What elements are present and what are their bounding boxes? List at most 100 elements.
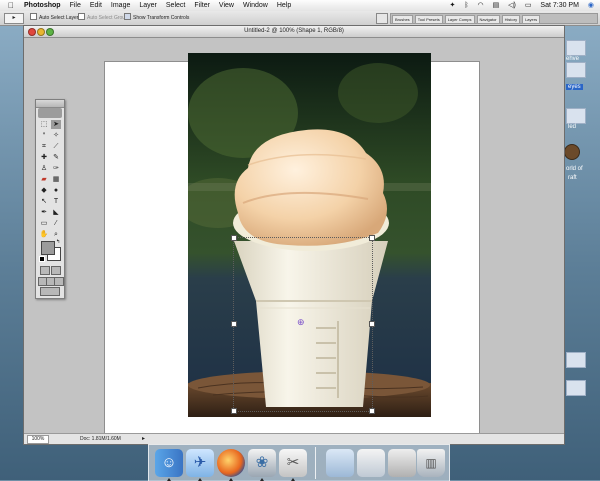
palette-tab-layers[interactable]: Layers — [522, 15, 541, 24]
zoom-tool-icon[interactable]: ⌕ — [51, 230, 61, 239]
menu-edit[interactable]: Edit — [90, 2, 102, 9]
flag-icon[interactable]: ▤ — [493, 2, 500, 9]
menu-photoshop[interactable]: Photoshop — [24, 2, 61, 9]
notes-tool-icon[interactable]: ▭ — [39, 219, 49, 228]
transform-handle[interactable] — [369, 321, 375, 327]
hard-drive-icon[interactable] — [566, 40, 586, 56]
preview-icon[interactable]: ✂ — [279, 449, 307, 477]
apple-menu-icon[interactable]:  — [8, 0, 14, 11]
quick-mask-mode-icon[interactable] — [51, 266, 61, 275]
volume-icon[interactable] — [566, 62, 586, 78]
status-menu-arrow-icon[interactable]: ▸ — [142, 434, 145, 444]
brush-tool-icon[interactable]: ✎ — [51, 153, 61, 162]
eyedropper-tool-icon[interactable]: ⁄ — [51, 219, 61, 228]
bluetooth-icon[interactable]: ᛒ — [464, 2, 468, 9]
checkbox-checked-icon — [124, 13, 131, 20]
volume-icon[interactable]: ◁) — [508, 2, 516, 9]
standard-mode-icon[interactable] — [40, 266, 50, 275]
options-bar: ▸ Auto Select Layer Auto Select Groups S… — [0, 11, 600, 26]
folder-icon[interactable] — [326, 449, 354, 477]
swap-colors-icon[interactable]: ↰ — [56, 239, 60, 245]
hand-tool-icon[interactable]: ✋ — [39, 230, 49, 239]
show-transform-controls-checkbox[interactable]: Show Transform Controls — [124, 11, 189, 25]
healing-brush-tool-icon[interactable]: ✚ — [39, 153, 49, 162]
zoom-field[interactable]: 100% — [27, 435, 49, 444]
menu-window[interactable]: Window — [243, 2, 268, 9]
transform-handle[interactable] — [369, 408, 375, 414]
auto-select-groups-checkbox[interactable]: Auto Select Groups — [78, 11, 130, 25]
blur-tool-icon[interactable]: ◆ — [39, 186, 49, 195]
toolbox-title-bar[interactable] — [36, 100, 64, 108]
file-icon[interactable] — [566, 352, 586, 368]
battery-icon[interactable]: ▭ — [525, 2, 532, 9]
shape-tool-icon[interactable]: ◣ — [51, 208, 61, 217]
palette-tab-navigator[interactable]: Navigator — [476, 15, 500, 24]
menu-filter[interactable]: Filter — [194, 2, 210, 9]
palette-tab-history[interactable]: History — [501, 15, 521, 24]
script-menu-icon[interactable]: ✦ — [450, 2, 456, 9]
finder-window-icon[interactable] — [357, 449, 385, 477]
firefox-icon[interactable] — [217, 449, 245, 477]
mail-icon[interactable]: ✈ — [186, 449, 214, 477]
palette-well-icon[interactable] — [376, 13, 388, 24]
wifi-icon[interactable]: ◠ — [478, 2, 484, 9]
lasso-tool-icon[interactable]: ᐤ — [39, 131, 49, 140]
auto-select-layer-label: Auto Select Layer — [39, 15, 79, 21]
menu-image[interactable]: Image — [111, 2, 130, 9]
menu-select[interactable]: Select — [166, 2, 185, 9]
palette-tab-layer-comps[interactable]: Layer Comps — [444, 15, 475, 24]
type-tool-icon[interactable]: T — [51, 197, 61, 206]
jump-to-imageready-icon[interactable] — [40, 287, 60, 296]
spotlight-icon[interactable]: ◉ — [588, 2, 594, 9]
tool-preset-picker[interactable]: ▸ — [4, 13, 24, 24]
close-button[interactable] — [28, 28, 36, 36]
dock-divider — [315, 447, 316, 479]
checkbox-icon — [78, 13, 85, 20]
menu-layer[interactable]: Layer — [139, 2, 157, 9]
clock[interactable]: Sat 7:30 PM — [540, 2, 579, 9]
menu-help[interactable]: Help — [277, 2, 291, 9]
dock: ☺ ✈ ❀ ✂ ▥ — [148, 444, 450, 481]
game-icon[interactable] — [564, 144, 580, 160]
feather-logo-icon[interactable] — [38, 108, 62, 118]
minimize-button[interactable] — [37, 28, 45, 36]
magic-wand-tool-icon[interactable]: ✧ — [51, 131, 61, 140]
show-transform-controls-label: Show Transform Controls — [133, 15, 190, 21]
finder-icon[interactable]: ☺ — [155, 449, 183, 477]
transform-handle[interactable] — [231, 321, 237, 327]
slice-tool-icon[interactable]: ⟋ — [51, 142, 61, 151]
default-colors-icon[interactable] — [39, 256, 45, 262]
document-icon[interactable] — [388, 449, 416, 477]
menu-file[interactable]: File — [70, 2, 81, 9]
palette-tab-brushes[interactable]: Brushes — [392, 15, 413, 24]
document-title-bar[interactable]: Untitled-2 @ 100% (Shape 1, RGB/8) — [24, 26, 564, 38]
toolbox: ⬚ ➤ ᐤ ✧ ⌗ ⟋ ✚ ✎ ♙ ✑ ▰ ▦ ◆ ● ↖ T ✒ ◣ ▭ ⁄ … — [35, 99, 65, 299]
path-selection-tool-icon[interactable]: ↖ — [39, 197, 49, 206]
document-icon[interactable] — [566, 108, 586, 124]
dodge-tool-icon[interactable]: ● — [51, 186, 61, 195]
transform-handle[interactable] — [231, 408, 237, 414]
screen-mode-full-icon[interactable] — [54, 277, 64, 286]
trash-icon[interactable]: ▥ — [417, 449, 445, 477]
transform-handle[interactable] — [231, 235, 237, 241]
auto-select-layer-checkbox[interactable]: Auto Select Layer — [30, 11, 78, 25]
transform-center-icon[interactable]: ⊕ — [297, 318, 305, 327]
file-icon-2[interactable] — [566, 380, 586, 396]
palette-tab-tool-presets[interactable]: Tool Presets — [414, 15, 443, 24]
crop-tool-icon[interactable]: ⌗ — [39, 142, 49, 151]
gradient-tool-icon[interactable]: ▦ — [51, 175, 61, 184]
clone-stamp-tool-icon[interactable]: ♙ — [39, 164, 49, 173]
menu-view[interactable]: View — [219, 2, 234, 9]
move-tool-icon[interactable]: ➤ — [51, 120, 61, 129]
iphoto-icon[interactable]: ❀ — [248, 449, 276, 477]
desktop-label-2: eyes — [566, 84, 583, 90]
pen-tool-icon[interactable]: ✒ — [39, 208, 49, 217]
transform-handle[interactable] — [369, 235, 375, 241]
foreground-color-swatch[interactable] — [41, 241, 55, 255]
zoom-button[interactable] — [46, 28, 54, 36]
marquee-tool-icon[interactable]: ⬚ — [39, 120, 49, 129]
eraser-tool-icon[interactable]: ▰ — [39, 175, 49, 184]
palette-well: Brushes Tool Presets Layer Comps Navigator H… — [390, 13, 598, 24]
history-brush-tool-icon[interactable]: ✑ — [51, 164, 61, 173]
desktop-label-4: orld of — [566, 166, 583, 172]
